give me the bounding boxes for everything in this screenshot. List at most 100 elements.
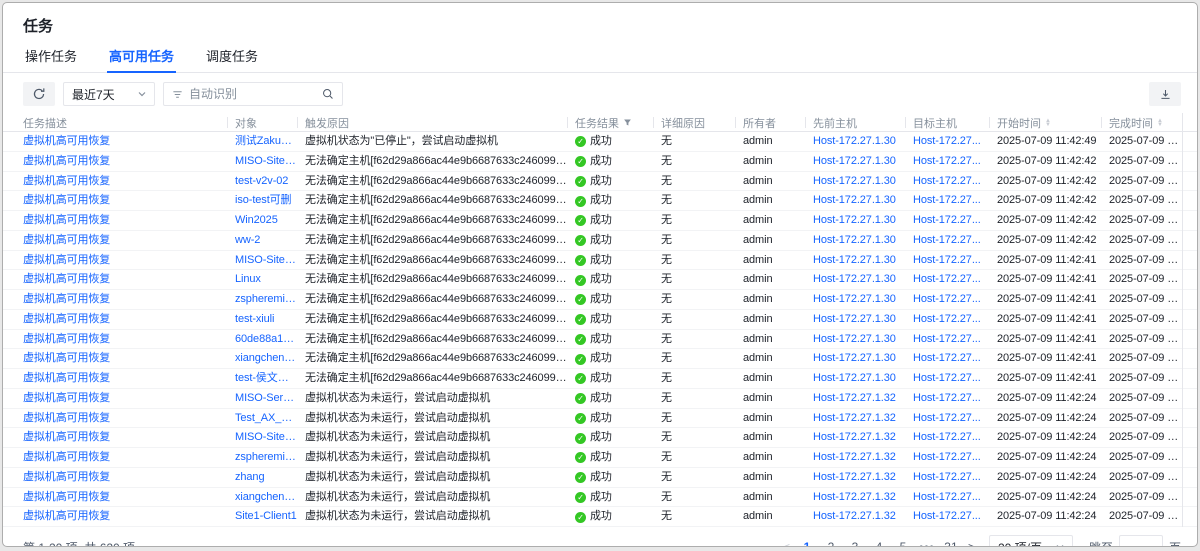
- task-desc-link[interactable]: 虚拟机高可用恢复: [23, 132, 227, 152]
- prev-host-link[interactable]: Host-172.27.1.30: [805, 251, 905, 271]
- task-desc-link[interactable]: 虚拟机高可用恢复: [23, 191, 227, 211]
- prev-page-icon[interactable]: <: [781, 540, 792, 547]
- task-desc-link[interactable]: 虚拟机高可用恢复: [23, 211, 227, 231]
- prev-host-link[interactable]: Host-172.27.1.30: [805, 270, 905, 290]
- target-host-link[interactable]: Host-172.27...: [905, 330, 989, 350]
- refresh-button[interactable]: [23, 82, 55, 106]
- object-link[interactable]: ww-2: [227, 231, 297, 251]
- task-desc-link[interactable]: 虚拟机高可用恢复: [23, 389, 227, 409]
- prev-host-link[interactable]: Host-172.27.1.30: [805, 310, 905, 330]
- prev-host-link[interactable]: Host-172.27.1.30: [805, 191, 905, 211]
- object-link[interactable]: xiangcheng....: [227, 349, 297, 369]
- prev-host-link[interactable]: Host-172.27.1.32: [805, 448, 905, 468]
- object-link[interactable]: zhang: [227, 468, 297, 488]
- target-host-link[interactable]: Host-172.27...: [905, 488, 989, 508]
- target-host-link[interactable]: Host-172.27...: [905, 448, 989, 468]
- object-link[interactable]: test-v2v-02: [227, 172, 297, 192]
- object-link[interactable]: zspheremim...: [227, 290, 297, 310]
- pagination-page-1[interactable]: 1: [798, 536, 816, 547]
- prev-host-link[interactable]: Host-172.27.1.32: [805, 409, 905, 429]
- task-desc-link[interactable]: 虚拟机高可用恢复: [23, 428, 227, 448]
- object-link[interactable]: Site1-Client1: [227, 507, 297, 527]
- object-link[interactable]: Test_AX_Na...: [227, 409, 297, 429]
- tab-高可用任务[interactable]: 高可用任务: [107, 42, 176, 72]
- target-host-link[interactable]: Host-172.27...: [905, 270, 989, 290]
- task-desc-link[interactable]: 虚拟机高可用恢复: [23, 251, 227, 271]
- task-desc-link[interactable]: 虚拟机高可用恢复: [23, 310, 227, 330]
- download-button[interactable]: [1149, 82, 1181, 106]
- prev-host-link[interactable]: Host-172.27.1.30: [805, 211, 905, 231]
- prev-host-link[interactable]: Host-172.27.1.30: [805, 290, 905, 310]
- search-input[interactable]: [189, 87, 316, 101]
- prev-host-link[interactable]: Host-172.27.1.30: [805, 330, 905, 350]
- object-link[interactable]: MISO-Site1...: [227, 251, 297, 271]
- task-desc-link[interactable]: 虚拟机高可用恢复: [23, 349, 227, 369]
- tab-调度任务[interactable]: 调度任务: [204, 42, 260, 72]
- target-host-link[interactable]: Host-172.27...: [905, 290, 989, 310]
- target-host-link[interactable]: Host-172.27...: [905, 409, 989, 429]
- pagination-page-31[interactable]: 31: [942, 536, 960, 547]
- target-host-link[interactable]: Host-172.27...: [905, 211, 989, 231]
- object-link[interactable]: Linux: [227, 270, 297, 290]
- object-link[interactable]: test-xiuli: [227, 310, 297, 330]
- object-link[interactable]: test-侯文静-...: [227, 369, 297, 389]
- prev-host-link[interactable]: Host-172.27.1.30: [805, 132, 905, 152]
- pagination-ellipsis[interactable]: •••: [918, 536, 936, 547]
- target-host-link[interactable]: Host-172.27...: [905, 310, 989, 330]
- column-header-end-time[interactable]: 完成时间 ▲▼: [1101, 113, 1183, 132]
- task-desc-link[interactable]: 虚拟机高可用恢复: [23, 330, 227, 350]
- target-host-link[interactable]: Host-172.27...: [905, 231, 989, 251]
- task-desc-link[interactable]: 虚拟机高可用恢复: [23, 231, 227, 251]
- target-host-link[interactable]: Host-172.27...: [905, 468, 989, 488]
- pagination-page-2[interactable]: 2: [822, 536, 840, 547]
- pagination-page-5[interactable]: 5: [894, 536, 912, 547]
- object-link[interactable]: 60de88a14...: [227, 330, 297, 350]
- target-host-link[interactable]: Host-172.27...: [905, 507, 989, 527]
- prev-host-link[interactable]: Host-172.27.1.32: [805, 468, 905, 488]
- prev-host-link[interactable]: Host-172.27.1.32: [805, 507, 905, 527]
- prev-host-link[interactable]: Host-172.27.1.32: [805, 488, 905, 508]
- page-size-select[interactable]: 20 项/页: [989, 535, 1073, 547]
- task-desc-link[interactable]: 虚拟机高可用恢复: [23, 468, 227, 488]
- sort-icon[interactable]: ▲▼: [1045, 119, 1051, 127]
- prev-host-link[interactable]: Host-172.27.1.30: [805, 349, 905, 369]
- tab-操作任务[interactable]: 操作任务: [23, 42, 79, 72]
- object-link[interactable]: MISO-Serve...: [227, 389, 297, 409]
- sort-icon[interactable]: ▲▼: [1157, 119, 1163, 127]
- task-desc-link[interactable]: 虚拟机高可用恢复: [23, 172, 227, 192]
- task-desc-link[interactable]: 虚拟机高可用恢复: [23, 152, 227, 172]
- filter-funnel-icon[interactable]: [623, 118, 632, 127]
- date-range-select[interactable]: 最近7天: [63, 82, 155, 106]
- target-host-link[interactable]: Host-172.27...: [905, 132, 989, 152]
- task-desc-link[interactable]: 虚拟机高可用恢复: [23, 448, 227, 468]
- target-host-link[interactable]: Host-172.27...: [905, 428, 989, 448]
- prev-host-link[interactable]: Host-172.27.1.30: [805, 172, 905, 192]
- object-link[interactable]: 测试Zaku集...: [227, 132, 297, 152]
- prev-host-link[interactable]: Host-172.27.1.30: [805, 369, 905, 389]
- search-icon[interactable]: [322, 88, 334, 100]
- pagination-page-3[interactable]: 3: [846, 536, 864, 547]
- jump-input[interactable]: [1119, 535, 1163, 547]
- target-host-link[interactable]: Host-172.27...: [905, 172, 989, 192]
- task-desc-link[interactable]: 虚拟机高可用恢复: [23, 290, 227, 310]
- object-link[interactable]: MISO-Site2...: [227, 428, 297, 448]
- prev-host-link[interactable]: Host-172.27.1.32: [805, 389, 905, 409]
- object-link[interactable]: zspheremim...: [227, 448, 297, 468]
- object-link[interactable]: MISO-Site2...: [227, 152, 297, 172]
- pagination-page-4[interactable]: 4: [870, 536, 888, 547]
- object-link[interactable]: Win2025: [227, 211, 297, 231]
- target-host-link[interactable]: Host-172.27...: [905, 191, 989, 211]
- prev-host-link[interactable]: Host-172.27.1.30: [805, 231, 905, 251]
- prev-host-link[interactable]: Host-172.27.1.32: [805, 428, 905, 448]
- target-host-link[interactable]: Host-172.27...: [905, 152, 989, 172]
- column-header-start-time[interactable]: 开始时间 ▲▼: [989, 113, 1101, 132]
- task-desc-link[interactable]: 虚拟机高可用恢复: [23, 488, 227, 508]
- object-link[interactable]: iso-test可删: [227, 191, 297, 211]
- target-host-link[interactable]: Host-172.27...: [905, 389, 989, 409]
- prev-host-link[interactable]: Host-172.27.1.30: [805, 152, 905, 172]
- task-desc-link[interactable]: 虚拟机高可用恢复: [23, 409, 227, 429]
- object-link[interactable]: xiangcheng....: [227, 488, 297, 508]
- task-desc-link[interactable]: 虚拟机高可用恢复: [23, 369, 227, 389]
- task-desc-link[interactable]: 虚拟机高可用恢复: [23, 507, 227, 527]
- target-host-link[interactable]: Host-172.27...: [905, 349, 989, 369]
